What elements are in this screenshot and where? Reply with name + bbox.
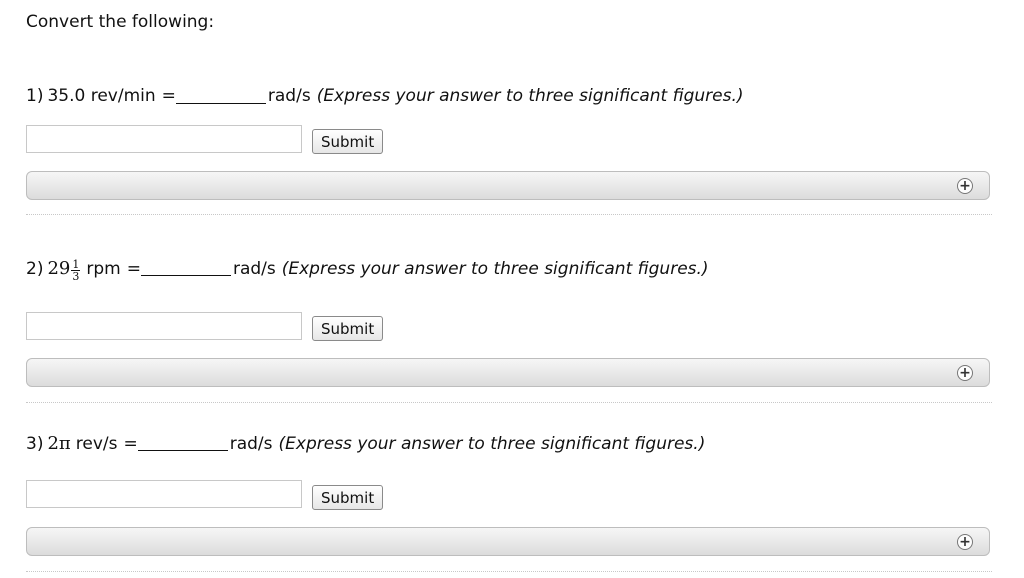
submit-button-1[interactable]: Submit xyxy=(312,129,384,154)
equals-sign: = xyxy=(123,433,138,454)
answer-blank xyxy=(175,89,266,104)
answer-input-2[interactable] xyxy=(26,312,302,340)
answer-unit: rad/s xyxy=(267,86,311,106)
question-number: 2) xyxy=(26,258,44,279)
question-number: 1) xyxy=(26,86,44,106)
question-divider xyxy=(26,571,992,572)
question-2: 2) 29 1 3 rpm = rad/s (Express your answ… xyxy=(26,257,992,403)
answer-input-3[interactable] xyxy=(26,480,302,508)
instructions-heading: Convert the following: xyxy=(26,12,215,32)
feedback-expand-bar-1[interactable]: + xyxy=(26,171,990,200)
precision-hint: (Express your answer to three significan… xyxy=(316,86,744,106)
question-2-prompt: 2) 29 1 3 rpm = rad/s (Express your answ… xyxy=(26,257,709,283)
expand-plus-icon[interactable]: + xyxy=(957,178,973,194)
feedback-expand-bar-2[interactable]: + xyxy=(26,358,990,387)
answer-input-1[interactable] xyxy=(26,125,302,153)
question-divider xyxy=(26,214,992,215)
question-3-prompt: 3) 2π rev/s = rad/s (Express your answer… xyxy=(26,433,705,454)
submit-button-3[interactable]: Submit xyxy=(312,485,384,510)
fraction-denominator: 3 xyxy=(72,270,80,283)
answer-blank xyxy=(140,261,231,276)
expand-plus-icon[interactable]: + xyxy=(957,534,973,550)
precision-hint: (Express your answer to three significan… xyxy=(278,433,706,454)
question-quantity-unit: rev/s xyxy=(75,433,118,454)
answer-blank xyxy=(137,436,228,451)
question-1-prompt: 1) 35.0 rev/min = rad/s (Express your an… xyxy=(26,86,743,106)
expand-plus-icon[interactable]: + xyxy=(957,365,973,381)
mixed-number-whole: 29 xyxy=(47,258,71,279)
answer-unit: rad/s xyxy=(232,258,276,279)
question-quantity-math: 2π xyxy=(47,433,71,454)
question-quantity: 35.0 rev/min xyxy=(47,86,156,106)
question-3: 3) 2π rev/s = rad/s (Express your answer… xyxy=(26,433,992,572)
mixed-number-fraction: 1 3 xyxy=(71,259,81,283)
question-1: 1) 35.0 rev/min = rad/s (Express your an… xyxy=(26,86,992,215)
question-quantity-unit: rpm xyxy=(86,258,121,279)
question-number: 3) xyxy=(26,433,44,454)
answer-unit: rad/s xyxy=(229,433,273,454)
feedback-expand-bar-3[interactable]: + xyxy=(26,527,990,556)
precision-hint: (Express your answer to three significan… xyxy=(281,258,709,279)
question-divider xyxy=(26,402,992,403)
equals-sign: = xyxy=(161,86,176,106)
submit-button-2[interactable]: Submit xyxy=(312,316,384,341)
equals-sign: = xyxy=(126,258,141,279)
